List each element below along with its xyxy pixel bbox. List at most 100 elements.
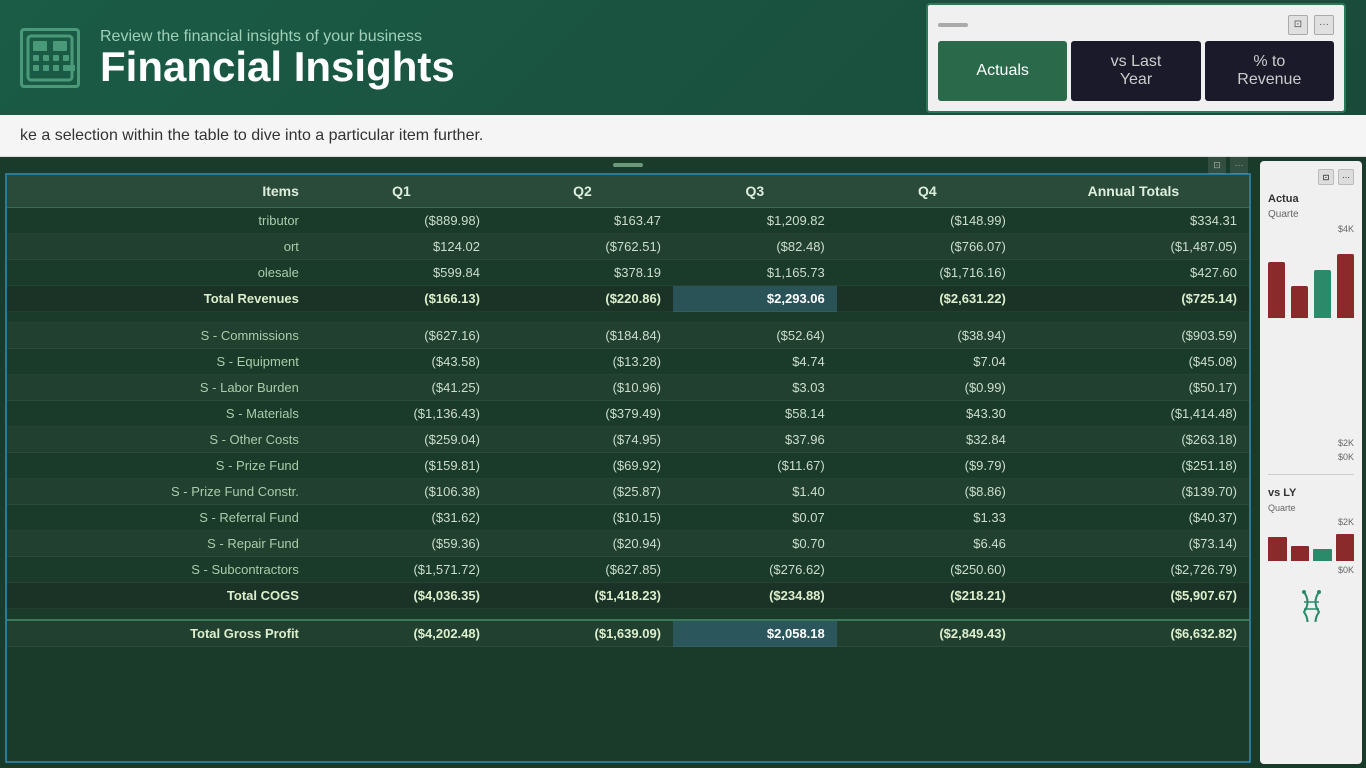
actuals-chart-label: Actua — [1268, 193, 1354, 205]
tab-pct-to-revenue[interactable]: % to Revenue — [1205, 41, 1334, 101]
cell-q2: ($25.87) — [492, 479, 673, 505]
cell-q1: ($627.16) — [311, 323, 492, 349]
table-row[interactable]: S - Subcontractors($1,571.72)($627.85)($… — [7, 557, 1249, 583]
tab-vs-last-year[interactable]: vs Last Year — [1071, 41, 1200, 101]
right-panel-expand[interactable]: ⊡ — [1318, 169, 1334, 185]
table-row[interactable]: S - Commissions($627.16)($184.84)($52.64… — [7, 323, 1249, 349]
table-row[interactable]: Total Gross Profit($4,202.48)($1,639.09)… — [7, 620, 1249, 647]
cell-q4: $43.30 — [837, 401, 1018, 427]
table-row[interactable]: S - Prize Fund Constr.($106.38)($25.87)$… — [7, 479, 1249, 505]
cell-q4: ($766.07) — [837, 234, 1018, 260]
cell-annual: ($5,907.67) — [1018, 583, 1249, 609]
cell-q1: ($59.36) — [311, 531, 492, 557]
chart-axis-0k: $0K — [1268, 452, 1354, 462]
table-row[interactable]: S - Equipment($43.58)($13.28)$4.74$7.04(… — [7, 349, 1249, 375]
table-row[interactable]: S - Other Costs($259.04)($74.95)$37.96$3… — [7, 427, 1249, 453]
table-header-row: Items Q1 Q2 Q3 Q4 Annual Totals — [7, 175, 1249, 208]
tab-actuals[interactable]: Actuals — [938, 41, 1067, 101]
cell-item: S - Referral Fund — [7, 505, 311, 531]
cell-q3: ($52.64) — [673, 323, 837, 349]
bar-q2 — [1291, 286, 1308, 318]
table-row[interactable]: ort$124.02($762.51)($82.48)($766.07)($1,… — [7, 234, 1249, 260]
financial-table: Items Q1 Q2 Q3 Q4 Annual Totals tributor… — [7, 175, 1249, 647]
table-row[interactable]: tributor($889.98)$163.47$1,209.82($148.9… — [7, 208, 1249, 234]
cell-q3: $2,293.06 — [673, 286, 837, 312]
table-row[interactable]: Total COGS($4,036.35)($1,418.23)($234.88… — [7, 583, 1249, 609]
right-panel-more[interactable]: ··· — [1338, 169, 1354, 185]
table-row[interactable] — [7, 312, 1249, 323]
table-more-button[interactable]: ··· — [1230, 156, 1248, 174]
cell-annual: ($2,726.79) — [1018, 557, 1249, 583]
actuals-chart-section: Actua Quarte $4K $2K $0K — [1268, 193, 1354, 462]
cell-q1: ($1,136.43) — [311, 401, 492, 427]
cell-q2: ($627.85) — [492, 557, 673, 583]
cell-q3: $2,058.18 — [673, 620, 837, 647]
view-tabs: Actuals vs Last Year % to Revenue — [938, 41, 1334, 101]
cell-annual: ($73.14) — [1018, 531, 1249, 557]
table-controls: ⊡ ··· — [1208, 156, 1248, 174]
cell-annual: $427.60 — [1018, 260, 1249, 286]
cell-q2: $163.47 — [492, 208, 673, 234]
cell-q3: $4.74 — [673, 349, 837, 375]
vs-quarter-label: Quarte — [1268, 503, 1354, 513]
cell-q3: $37.96 — [673, 427, 837, 453]
table-row[interactable]: S - Referral Fund($31.62)($10.15)$0.07$1… — [7, 505, 1249, 531]
table-row[interactable] — [7, 609, 1249, 621]
vs-bar-q4 — [1336, 534, 1355, 561]
expand-button[interactable]: ⊡ — [1288, 15, 1308, 35]
table-row[interactable]: S - Prize Fund($159.81)($69.92)($11.67)(… — [7, 453, 1249, 479]
cell-q1: ($106.38) — [311, 479, 492, 505]
cell-q3: $0.70 — [673, 531, 837, 557]
vs-axis-0k: $0K — [1268, 565, 1354, 575]
cell-q2: ($10.96) — [492, 375, 673, 401]
cell-q1: ($1,571.72) — [311, 557, 492, 583]
cell-q3: $58.14 — [673, 401, 837, 427]
cell-q1: ($166.13) — [311, 286, 492, 312]
cell-q4: ($2,631.22) — [837, 286, 1018, 312]
cell-q4: ($148.99) — [837, 208, 1018, 234]
cell-q2: ($220.86) — [492, 286, 673, 312]
cell-annual: ($40.37) — [1018, 505, 1249, 531]
table-row[interactable]: S - Labor Burden($41.25)($10.96)$3.03($0… — [7, 375, 1249, 401]
cell-q4: ($9.79) — [837, 453, 1018, 479]
cell-q4: $32.84 — [837, 427, 1018, 453]
cell-item: tributor — [7, 208, 311, 234]
cell-item: S - Labor Burden — [7, 375, 311, 401]
table-row[interactable]: S - Materials($1,136.43)($379.49)$58.14$… — [7, 401, 1249, 427]
cell-q3: $1.40 — [673, 479, 837, 505]
table-row[interactable]: Total Revenues($166.13)($220.86)$2,293.0… — [7, 286, 1249, 312]
bar-q4 — [1337, 254, 1354, 318]
cell-q1: $124.02 — [311, 234, 492, 260]
cell-q1: ($259.04) — [311, 427, 492, 453]
cell-item: Total Revenues — [7, 286, 311, 312]
vs-chart-section: vs LY Quarte $2K $0K — [1268, 487, 1354, 756]
col-header-q1: Q1 — [311, 175, 492, 208]
cell-q2: ($1,639.09) — [492, 620, 673, 647]
cell-q2: ($20.94) — [492, 531, 673, 557]
vs-bar-q3 — [1313, 549, 1332, 561]
cell-q4: ($0.99) — [837, 375, 1018, 401]
subtitle-bar: ke a selection within the table to dive … — [0, 115, 1366, 157]
chart-axis-4k: $4K — [1268, 224, 1354, 234]
cell-annual: ($139.70) — [1018, 479, 1249, 505]
table-row[interactable]: olesale$599.84$378.19$1,165.73($1,716.16… — [7, 260, 1249, 286]
col-header-q3: Q3 — [673, 175, 837, 208]
financial-table-container: Items Q1 Q2 Q3 Q4 Annual Totals tributor… — [5, 173, 1251, 763]
right-side-panel: ⊡ ··· Actua Quarte $4K $2K $0K — [1256, 157, 1366, 768]
table-expand-button[interactable]: ⊡ — [1208, 156, 1226, 174]
more-options-button[interactable]: ··· — [1314, 15, 1334, 35]
cell-q2: $378.19 — [492, 260, 673, 286]
cell-annual: ($251.18) — [1018, 453, 1249, 479]
cell-q1: ($41.25) — [311, 375, 492, 401]
cell-annual: ($1,414.48) — [1018, 401, 1249, 427]
cell-annual: ($725.14) — [1018, 286, 1249, 312]
vs-bar-q2 — [1291, 546, 1310, 561]
cell-q1: ($4,202.48) — [311, 620, 492, 647]
cell-q1: ($31.62) — [311, 505, 492, 531]
table-row[interactable]: S - Repair Fund($59.36)($20.94)$0.70$6.4… — [7, 531, 1249, 557]
table-drag-handle — [613, 163, 643, 167]
chart-divider — [1268, 474, 1354, 475]
cell-q1: ($889.98) — [311, 208, 492, 234]
header-left: Review the financial insights of your bu… — [20, 28, 455, 88]
cell-q3: ($276.62) — [673, 557, 837, 583]
